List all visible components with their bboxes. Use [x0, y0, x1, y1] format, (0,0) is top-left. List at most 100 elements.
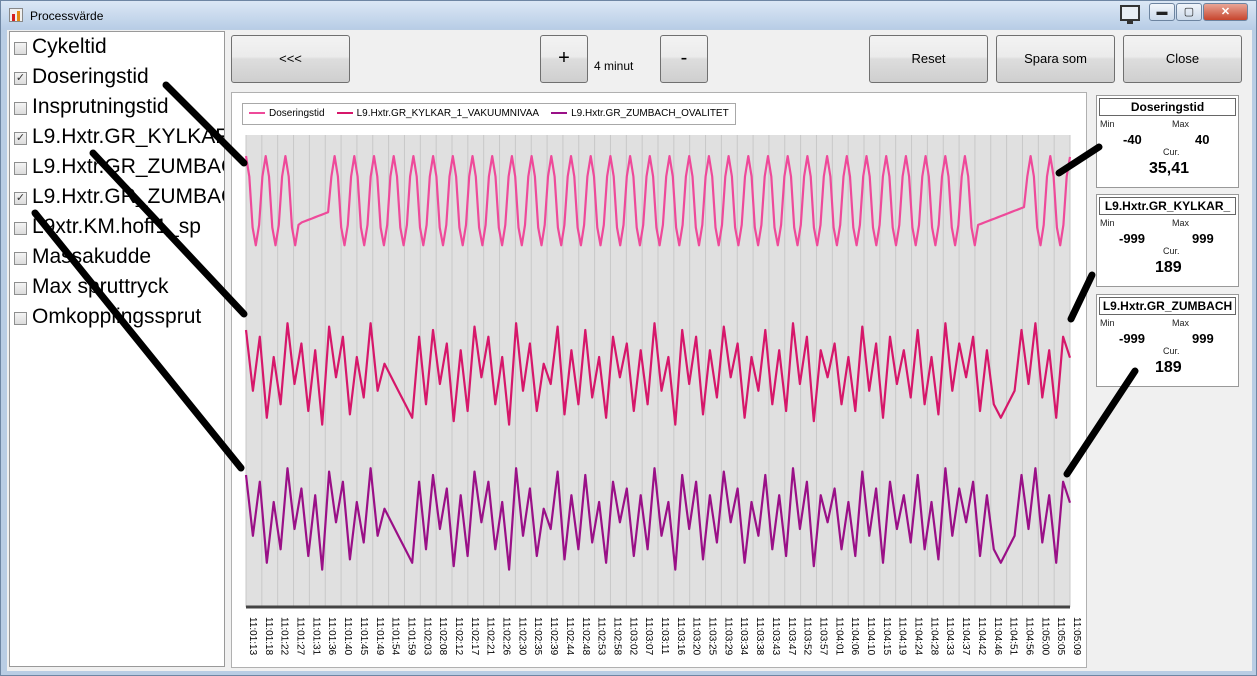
card-min-value: -999 [1119, 331, 1146, 346]
zoom-label: 4 minut [594, 59, 634, 73]
checkbox[interactable]: ✓ [14, 72, 27, 85]
checklist-item[interactable]: L9xtr.KM.hoff1_sp [10, 212, 224, 242]
checkbox[interactable] [14, 42, 27, 55]
checkbox[interactable] [14, 312, 27, 325]
reset-button[interactable]: Reset [869, 35, 988, 83]
checkbox[interactable]: ✓ [14, 132, 27, 145]
x-tick-label: 11:02:58 [611, 617, 622, 656]
checkbox[interactable] [14, 252, 27, 265]
x-tick-label: 11:05:00 [1039, 617, 1050, 656]
card-cur-label: Cur. [1163, 246, 1180, 256]
chart-legend: Doseringstid L9.Hxtr.GR_KYLKAR_1_VAKUUMNI… [242, 103, 736, 125]
x-tick-label: 11:01:40 [342, 617, 353, 656]
card-cur-value: 189 [1155, 359, 1182, 376]
x-tick-label: 11:04:01 [833, 617, 844, 656]
card-cur-label: Cur. [1163, 147, 1180, 157]
checklist-item-label: Insprutningstid [32, 95, 169, 118]
zoom-out-button[interactable]: - [660, 35, 708, 83]
checklist-item-label: Doseringstid [32, 65, 149, 88]
x-tick-label: 11:02:39 [548, 617, 559, 656]
x-tick-label: 11:04:51 [1008, 617, 1019, 656]
x-tick-label: 11:04:10 [865, 617, 876, 656]
window-close-button[interactable]: ✕ [1203, 3, 1248, 21]
checklist-item-label: L9.Hxtr.GR_ZUMBACH [32, 155, 224, 178]
x-tick-label: 11:03:47 [786, 617, 797, 656]
checklist-item[interactable]: ✓ Doseringstid [10, 62, 224, 92]
checklist-item[interactable]: ✓ L9.Hxtr.GR_KYLKAR [10, 122, 224, 152]
x-tick-label: 11:04:33 [944, 617, 955, 656]
x-tick-label: 11:02:03 [421, 617, 432, 656]
x-tick-label: 11:04:42 [976, 617, 987, 656]
x-tick-label: 11:03:07 [643, 617, 654, 656]
checklist-item-label: Max spruttryck [32, 275, 169, 298]
card-max-value: 40 [1195, 132, 1210, 147]
checklist-item[interactable]: Massakudde [10, 242, 224, 272]
x-tick-label: 11:01:22 [279, 617, 290, 656]
zoom-in-button[interactable]: + [540, 35, 588, 83]
x-tick-label: 11:02:53 [596, 617, 607, 656]
card-min-label: Min [1100, 119, 1115, 129]
checkbox[interactable]: ✓ [14, 192, 27, 205]
x-tick-label: 11:02:21 [485, 617, 496, 656]
card-min-value: -40 [1123, 132, 1142, 147]
checklist-item[interactable]: Omkopplingssprut [10, 302, 224, 332]
x-tick-label: 11:03:57 [817, 617, 828, 656]
checklist-item[interactable]: ✓ L9.Hxtr.GR_ZUMBACH [10, 182, 224, 212]
x-tick-label: 11:03:29 [722, 617, 733, 656]
x-tick-label: 11:03:02 [627, 617, 638, 656]
close-button[interactable]: Close [1123, 35, 1242, 83]
card-cur-value: 35,41 [1149, 160, 1190, 177]
x-tick-label: 11:01:31 [310, 617, 321, 656]
legend-item: Doseringstid [249, 104, 325, 124]
checklist-item[interactable]: Insprutningstid [10, 92, 224, 122]
x-tick-label: 11:04:15 [881, 617, 892, 656]
card-min-label: Min [1100, 318, 1115, 328]
checklist-item-label: L9xtr.KM.hoff1_sp [32, 215, 201, 238]
card-max-label: Max [1172, 318, 1190, 328]
x-tick-label: 11:04:37 [960, 617, 971, 656]
card-max-value: 999 [1192, 331, 1214, 346]
back-button[interactable]: <<< [231, 35, 350, 83]
checkbox[interactable] [14, 102, 27, 115]
chart-panel: 11:01:13 11:01:18 11:01:22 11:01:27 11:01:31… [231, 92, 1087, 668]
x-tick-label: 11:04:24 [913, 617, 924, 656]
title-bar[interactable]: Processvärde ▬ ▢ ✕ [1, 1, 1256, 29]
x-tick-label: 11:03:34 [738, 617, 749, 656]
x-tick-label: 11:03:11 [659, 617, 670, 655]
legend-item: L9.Hxtr.GR_KYLKAR_1_VAKUUMNIVAA [336, 104, 540, 124]
checklist-item-label: Massakudde [32, 245, 152, 268]
checkbox[interactable] [14, 222, 27, 235]
x-tick-label: 11:02:12 [453, 617, 464, 656]
x-tick-label: 11:03:25 [707, 617, 718, 656]
x-tick-label: 11:02:35 [532, 617, 543, 656]
checklist-item-label: L9.Hxtr.GR_ZUMBACH [32, 185, 224, 208]
value-card-zumbach: L9.Hxtr.GR_ZUMBACH Min Max -999 999 Cur.… [1096, 294, 1239, 387]
legend-swatch [551, 112, 568, 115]
checklist-item-label: Omkopplingssprut [32, 305, 202, 328]
card-min-label: Min [1100, 218, 1115, 228]
checklist-item[interactable]: Cykeltid [10, 32, 224, 62]
legend-label: L9.Hxtr.GR_KYLKAR_1_VAKUUMNIVAA [356, 108, 540, 119]
card-max-label: Max [1172, 218, 1190, 228]
x-tick-label: 11:02:48 [580, 617, 591, 656]
minimize-button[interactable]: ▬ [1149, 3, 1175, 21]
checkbox[interactable] [14, 162, 27, 175]
x-tick-label: 11:02:44 [564, 617, 575, 656]
checkbox[interactable] [14, 282, 27, 295]
legend-swatch [336, 112, 353, 115]
maximize-button[interactable]: ▢ [1176, 3, 1202, 21]
card-title: L9.Hxtr.GR_KYLKAR_ [1099, 197, 1236, 215]
x-tick-label: 11:02:30 [516, 617, 527, 656]
checklist-item[interactable]: Max spruttryck [10, 272, 224, 302]
x-tick-label: 11:02:17 [469, 617, 480, 656]
card-title: Doseringstid [1099, 98, 1236, 116]
legend-item: L9.Hxtr.GR_ZUMBACH_OVALITET [551, 104, 729, 124]
card-min-value: -999 [1119, 231, 1146, 246]
legend-swatch [249, 112, 265, 115]
legend-label: L9.Hxtr.GR_ZUMBACH_OVALITET [571, 108, 729, 119]
save-as-button[interactable]: Spara som [996, 35, 1115, 83]
legend-label: Doseringstid [269, 108, 325, 119]
x-tick-label: 11:04:46 [992, 617, 1003, 656]
checklist-item[interactable]: L9.Hxtr.GR_ZUMBACH [10, 152, 224, 182]
x-tick-label: 11:02:26 [501, 617, 512, 656]
